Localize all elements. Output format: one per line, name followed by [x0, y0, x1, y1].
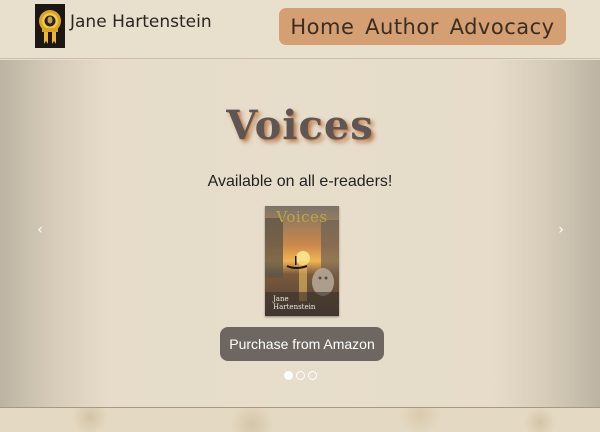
- slide-title: Voices: [226, 102, 374, 149]
- cover-title: Voices: [276, 208, 328, 226]
- book-carousel: Voices Available on all e-readers! Voice…: [0, 60, 600, 407]
- nav-author[interactable]: Author: [365, 15, 439, 39]
- slide-subtitle: Available on all e-readers!: [207, 173, 393, 190]
- award-medal-icon[interactable]: [35, 4, 65, 48]
- cover-author: Jane Hartenstein: [273, 295, 316, 311]
- indicator-dot-2[interactable]: [296, 371, 305, 380]
- nav-home[interactable]: Home: [290, 15, 354, 39]
- site-header: Jane Hartenstein Home Author Advocacy: [0, 0, 600, 59]
- cover-author-last: Hartenstein: [273, 303, 316, 311]
- book-cover-image[interactable]: Voices Jane Hartenstein: [265, 206, 339, 316]
- purchase-amazon-button[interactable]: Purchase from Amazon: [220, 327, 384, 361]
- site-name[interactable]: Jane Hartenstein: [70, 12, 212, 32]
- parchment-background: [0, 407, 600, 432]
- cover-author-first: Jane: [273, 295, 289, 303]
- chevron-right-icon[interactable]: ›: [553, 220, 569, 240]
- carousel-indicators: [284, 371, 318, 381]
- indicator-dot-3[interactable]: [308, 371, 317, 380]
- main-nav: Home Author Advocacy: [279, 8, 566, 45]
- indicator-dot-1[interactable]: [284, 371, 293, 380]
- nav-advocacy[interactable]: Advocacy: [450, 15, 555, 39]
- chevron-left-icon[interactable]: ‹: [32, 220, 48, 240]
